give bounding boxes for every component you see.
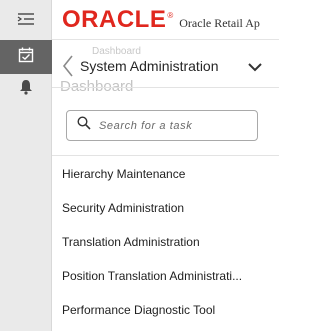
expand-collapse-button[interactable] [244, 58, 266, 78]
app-header: ORACLE ® Oracle Retail Ap [52, 0, 279, 40]
nav-rail [0, 0, 52, 331]
search-field[interactable] [66, 110, 258, 141]
search-area [52, 98, 279, 156]
tasks-icon [18, 47, 34, 68]
task-item-translation-administration[interactable]: Translation Administration [52, 225, 279, 259]
bell-icon [19, 79, 33, 100]
search-input[interactable] [99, 119, 249, 132]
registered-mark: ® [167, 11, 174, 20]
chevron-left-icon [62, 55, 74, 82]
section-title: System Administration [80, 58, 219, 74]
section-header: System Administration [52, 48, 279, 88]
task-item-position-translation-administration[interactable]: Position Translation Administrati... [52, 259, 279, 293]
task-list: Hierarchy Maintenance Security Administr… [52, 157, 279, 327]
back-button[interactable] [60, 55, 76, 82]
app-title: Oracle Retail Ap [179, 16, 260, 30]
oracle-logo: ORACLE [62, 6, 167, 33]
menu-icon [17, 12, 35, 31]
task-item-hierarchy-maintenance[interactable]: Hierarchy Maintenance [52, 157, 279, 191]
task-item-security-administration[interactable]: Security Administration [52, 191, 279, 225]
tasks-button[interactable] [0, 40, 52, 74]
menu-button[interactable] [0, 4, 52, 38]
brand: ORACLE ® Oracle Retail Ap [62, 8, 260, 32]
search-icon [77, 116, 91, 135]
notifications-button[interactable] [0, 72, 52, 106]
chevron-down-icon [248, 59, 262, 77]
task-item-performance-diagnostic-tool[interactable]: Performance Diagnostic Tool [52, 293, 279, 327]
